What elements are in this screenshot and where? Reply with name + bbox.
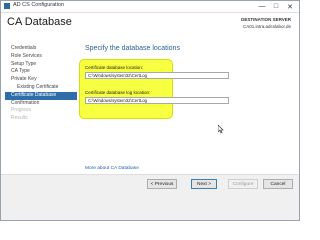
destination-server-label: DESTINATION SERVER	[241, 17, 291, 22]
minimize-button[interactable]: —	[255, 1, 269, 12]
nav-item-existing-certificate[interactable]: Existing Certificate	[5, 84, 77, 92]
nav-item-ca-type[interactable]: CA Type	[5, 68, 77, 76]
database-location-input[interactable]: C:\Windows\system32\CertLog	[85, 72, 229, 79]
window-controls: — □ ✕	[255, 1, 297, 12]
destination-server-value: CA01.intra.adcslabor.de	[242, 24, 291, 29]
close-button[interactable]: ✕	[283, 1, 297, 12]
more-about-ca-database-link[interactable]: More about CA Database	[85, 166, 139, 171]
ad-cs-configuration-window: AD CS Configuration — □ ✕ CA Database DE…	[0, 0, 300, 221]
nav-item-progress: Progress	[11, 107, 32, 114]
app-icon	[4, 3, 10, 9]
next-button[interactable]: Next >	[191, 179, 217, 189]
database-log-location-input[interactable]: C:\Windows\system32\CertLog	[85, 97, 229, 104]
page-title: CA Database	[7, 16, 72, 28]
section-title: Specify the database locations	[85, 45, 180, 52]
configure-button: Configure	[228, 179, 258, 189]
nav-item-credentials[interactable]: Credentials	[5, 45, 77, 53]
nav-item-confirmation[interactable]: Confirmation	[5, 100, 77, 108]
nav-item-setup-type[interactable]: Setup Type	[5, 61, 77, 69]
database-location-label: Certificate database location:	[85, 65, 144, 70]
mouse-cursor-icon	[218, 125, 224, 134]
nav-item-certificate-database[interactable]: Certificate Database	[5, 91, 77, 100]
database-log-location-label: Certificate database log location:	[85, 90, 151, 95]
cancel-button[interactable]: Cancel	[263, 179, 293, 189]
title-bar[interactable]: AD CS Configuration — □ ✕	[1, 1, 299, 13]
maximize-button[interactable]: □	[269, 1, 283, 12]
wizard-nav: Credentials Role Services Setup Type CA …	[5, 45, 77, 123]
previous-button[interactable]: < Previous	[147, 179, 177, 189]
nav-item-private-key[interactable]: Private Key	[5, 76, 77, 84]
window-title: AD CS Configuration	[13, 2, 65, 8]
nav-item-role-services[interactable]: Role Services	[5, 53, 77, 61]
nav-item-results: Results	[11, 115, 28, 122]
